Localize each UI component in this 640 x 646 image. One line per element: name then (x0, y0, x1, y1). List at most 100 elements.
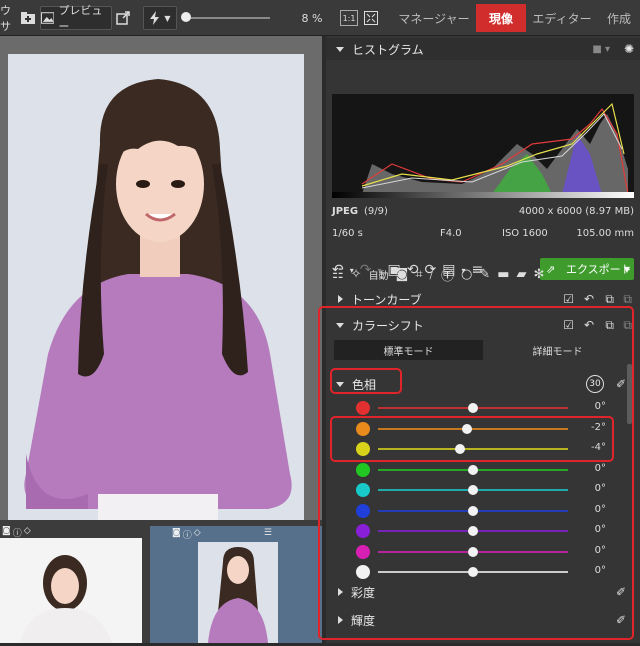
hue-slider-knob[interactable] (468, 505, 478, 516)
hue-row: 0° (326, 521, 640, 541)
tone-curve-header[interactable]: トーンカーブ ☑ ↶ ⧉ ⧉ (326, 288, 640, 310)
color-swatch (356, 401, 370, 415)
histogram-graph (332, 94, 634, 198)
aperture: F4.0 (440, 228, 462, 239)
file-index: (9/9) (364, 206, 388, 217)
expand-icon (338, 295, 343, 303)
tag-icon: ◇ (193, 528, 201, 538)
hue-slider-knob[interactable] (468, 464, 478, 475)
fit-screen-icon[interactable] (362, 6, 380, 30)
zoom-slider-track[interactable] (184, 17, 270, 19)
hue-header[interactable]: 色相 30 ✐ (326, 373, 640, 395)
shutter-speed: 1/60 s (332, 228, 363, 239)
gear-icon[interactable]: ✻ (534, 267, 545, 282)
actual-size-icon[interactable]: 1:1 (340, 10, 358, 26)
info-icon: ⓘ (182, 531, 192, 541)
bandage-icon[interactable]: ▰ (517, 267, 527, 282)
hue-slider-knob[interactable] (468, 403, 478, 413)
hue-row: 0° (326, 542, 640, 562)
eyedropper-icon[interactable]: ✐ (616, 377, 626, 391)
color-swatch (356, 462, 370, 477)
gradient-icon[interactable]: ▬ (497, 267, 509, 282)
hue-row: -2° (326, 419, 640, 439)
magic-wand-icon[interactable]: ✧ (351, 267, 362, 282)
text-icon[interactable]: Ⓣ (441, 265, 454, 284)
zoom-slider-knob[interactable] (181, 12, 191, 22)
open-external-icon[interactable] (114, 6, 132, 30)
hue-value: 0° (594, 565, 606, 576)
hue-30-badge[interactable]: 30 (586, 375, 604, 393)
thumbnail-1[interactable] (0, 538, 142, 643)
color-swatch (356, 565, 370, 579)
paste-icon[interactable]: ⧉ (623, 318, 632, 333)
collapse-icon (336, 46, 344, 52)
camera-icon: ◙ (172, 528, 181, 538)
preview-button[interactable]: プレビュー (40, 4, 112, 33)
tab-create[interactable]: 作成 (598, 4, 640, 32)
exif-row: 1/60 s F4.0 ISO 1600 105.00 mm (332, 226, 634, 244)
hue-slider-track[interactable] (378, 427, 568, 430)
thumbnail-2-image (198, 542, 278, 643)
flash-dropdown[interactable]: ▼ (143, 6, 177, 30)
histogram-header[interactable]: ヒストグラム ■ ▾ ✺ (326, 38, 640, 60)
standard-mode-tab[interactable]: 標準モード (334, 340, 483, 360)
reset-icon[interactable]: ↶ (584, 318, 594, 332)
saturation-header[interactable]: 彩度 ✐ (326, 581, 640, 603)
eyedropper-icon[interactable]: ✐ (616, 585, 626, 599)
preview-label: プレビュー (58, 4, 103, 33)
hue-value: 0° (594, 483, 606, 494)
reset-icon[interactable]: ↶ (584, 292, 594, 306)
tone-curve-title: トーンカーブ (351, 292, 422, 307)
mode-switch: 標準モード 詳細モード (334, 340, 632, 360)
hue-slider-knob[interactable] (468, 546, 478, 557)
luminance-title: 輝度 (351, 613, 376, 628)
color-swatch (356, 544, 370, 559)
histogram-title: ヒストグラム (352, 42, 424, 57)
paste-icon[interactable]: ⧉ (623, 292, 632, 307)
eyedropper-icon[interactable]: ✐ (616, 613, 626, 627)
copy-icon[interactable]: ⧉ (605, 292, 614, 307)
hue-value: 0° (594, 544, 606, 556)
tab-editor[interactable]: エディター (530, 4, 594, 32)
sliders-icon[interactable]: ☷ (332, 267, 344, 282)
hue-value: 0° (594, 503, 606, 515)
file-format: JPEG (332, 206, 359, 217)
hue-slider-knob[interactable] (468, 526, 478, 536)
file-info-row: JPEG (9/9) 4000 x 6000 (8.97 MB) (332, 204, 634, 222)
brush-icon[interactable]: ✎ (479, 267, 490, 282)
thumbnail-2-selected[interactable]: ◙ ⓘ ◇ ☰ (150, 526, 322, 643)
truncated-label: ウサ (0, 4, 11, 33)
checkbox-icon[interactable]: ☑ (563, 318, 574, 332)
tab-manager[interactable]: マネージャー (396, 4, 472, 32)
develop-tools-row: ☷ ✧ 自動 ◙ ⌗ ⧸ Ⓣ ○ ✎ ▬ ▰ ✻ (332, 262, 634, 286)
camera-icon[interactable]: ◙ (396, 267, 409, 282)
tab-develop[interactable]: 現像 (476, 4, 526, 32)
saturation-title: 彩度 (351, 585, 376, 600)
detail-mode-tab[interactable]: 詳細モード (483, 340, 632, 360)
settings-icon[interactable]: ✺ (624, 42, 634, 56)
hue-value: 0° (594, 401, 606, 412)
photo-viewer (0, 36, 322, 534)
luminance-header[interactable]: 輝度 ✐ (326, 609, 640, 631)
hue-slider-knob[interactable] (468, 485, 478, 495)
hue-value: 0° (594, 524, 606, 535)
hue-row: 0° (326, 562, 640, 582)
perspective-icon[interactable]: ⧸ (430, 267, 434, 282)
hue-slider-knob[interactable] (462, 423, 473, 434)
hue-row: 0° (326, 460, 640, 480)
color-shift-header[interactable]: カラーシフト ☑ ↶ ⧉ ⧉ (326, 314, 640, 336)
auto-button[interactable]: 自動 (369, 267, 389, 282)
checkbox-icon[interactable]: ☑ (563, 292, 574, 306)
circle-icon[interactable]: ○ (461, 267, 472, 282)
camera-icon[interactable]: ■ ▾ (592, 44, 610, 55)
hue-slider-track[interactable] (378, 448, 568, 450)
hue-slider-knob[interactable] (454, 444, 465, 454)
color-shift-title: カラーシフト (352, 318, 424, 333)
expand-icon (338, 616, 343, 624)
hue-row: -4° (326, 439, 640, 459)
copy-icon[interactable]: ⧉ (605, 318, 614, 333)
image-icon (41, 12, 55, 24)
add-folder-icon[interactable] (18, 6, 38, 30)
hue-slider-knob[interactable] (468, 567, 478, 577)
crop-icon[interactable]: ⌗ (415, 267, 422, 282)
